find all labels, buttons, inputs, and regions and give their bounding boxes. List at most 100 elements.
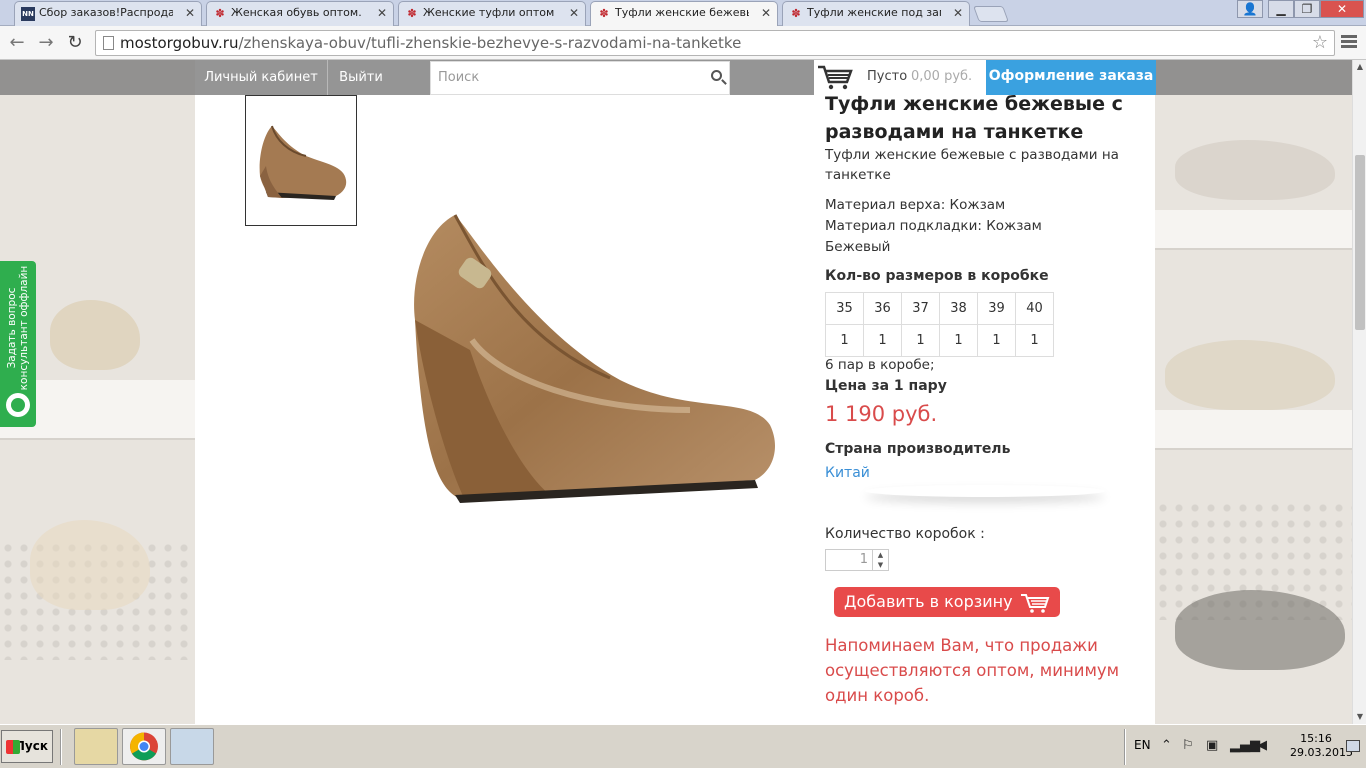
mini-cart[interactable]: Пусто 0,00 руб.: [814, 60, 986, 95]
size-count-cell: 1: [977, 324, 1016, 357]
widget-line-1: Задать вопрос: [6, 287, 18, 369]
product-description: Туфли женские бежевые с разводами на тан…: [825, 147, 1119, 183]
price-heading: Цена за 1 пару: [825, 378, 947, 394]
ask-question-widget[interactable]: Задать вопрос консультант оффлайн: [0, 261, 36, 427]
close-window-button[interactable]: ✕: [1320, 0, 1364, 18]
browser-tab-strip: NN Сбор заказов!Распродажа д ✕ ✽ Женская…: [0, 0, 1366, 27]
chrome-logo-icon: [130, 732, 158, 761]
size-cell: 39: [977, 292, 1016, 325]
material-lining: Материал подкладки: Кожзам: [825, 218, 1042, 234]
forward-arrow-icon[interactable]: →: [34, 31, 58, 55]
sizes-table: 35 36 37 38 39 40 1 1 1 1 1 1: [825, 292, 1054, 357]
volume-icon[interactable]: ◀: [1257, 738, 1267, 753]
tab-title: Сбор заказов!Распродажа д: [39, 6, 173, 19]
add-to-cart-button[interactable]: Добавить в корзину: [834, 587, 1060, 617]
shoe-image: [414, 214, 775, 503]
product-thumbnail[interactable]: [245, 95, 357, 226]
country-heading: Страна производитель: [825, 441, 1011, 457]
tab-3[interactable]: ✽ Женские туфли оптом | Бе ✕: [398, 1, 586, 26]
spinner-arrows-icon[interactable]: ▲ ▼: [872, 550, 888, 570]
product-price: 1 190 руб.: [825, 402, 938, 426]
url-domain: mostorgobuv.ru: [120, 34, 239, 52]
start-button[interactable]: Пуск: [1, 730, 53, 763]
size-cell: 37: [901, 292, 940, 325]
checkout-button[interactable]: Оформление заказа: [986, 60, 1156, 95]
account-link[interactable]: Личный кабинет: [195, 60, 327, 95]
reload-icon[interactable]: ↻: [63, 31, 87, 55]
web-page: Туфли женские бежевые с разводами на тан…: [0, 60, 1352, 724]
flower-favicon-icon: ✽: [215, 7, 225, 20]
bookmark-star-icon[interactable]: ☆: [1312, 31, 1328, 55]
close-tab-icon[interactable]: ✕: [185, 2, 195, 24]
cart-sum: 0,00 руб.: [911, 69, 973, 84]
flower-favicon-icon: ✽: [791, 7, 801, 20]
quantity-stepper[interactable]: 1 ▲ ▼: [825, 549, 889, 571]
logout-link[interactable]: Выйти: [328, 60, 394, 95]
tab-title: Женская обувь оптом. Куп: [231, 6, 365, 19]
site-navbar: Личный кабинет Выйти Поиск Пусто 0,00 ру…: [0, 60, 1352, 95]
size-cell: 36: [863, 292, 902, 325]
search-icon[interactable]: [711, 70, 722, 81]
nn-favicon-icon: NN: [21, 7, 35, 21]
product-main-image[interactable]: [410, 210, 780, 520]
user-icon[interactable]: 👤: [1237, 0, 1263, 18]
scrollbar-thumb[interactable]: [1355, 155, 1365, 330]
size-count-cell: 1: [825, 324, 864, 357]
device-icon[interactable]: ▣: [1206, 738, 1218, 753]
tray-expand-icon[interactable]: ⌃: [1161, 738, 1172, 753]
paint-icon[interactable]: [170, 728, 214, 765]
material-top: Материал верха: Кожзам: [825, 197, 1006, 213]
close-tab-icon[interactable]: ✕: [761, 2, 771, 24]
file-explorer-icon[interactable]: [74, 728, 118, 765]
language-indicator[interactable]: EN: [1134, 738, 1151, 752]
size-cell: 35: [825, 292, 864, 325]
url-path: /zhenskaya-obuv/tufli-zhenskie-bezhevye-…: [238, 34, 742, 52]
quantity-label: Количество коробок :: [825, 526, 985, 542]
size-cell: 40: [1015, 292, 1054, 325]
clock-time: 15:16: [1300, 732, 1332, 745]
size-count-cell: 1: [863, 324, 902, 357]
quantity-value: 1: [859, 552, 868, 567]
size-count-cell: 1: [1015, 324, 1054, 357]
close-tab-icon[interactable]: ✕: [953, 2, 963, 24]
tab-title: Женские туфли оптом | Бе: [423, 6, 557, 19]
back-arrow-icon[interactable]: ←: [5, 31, 29, 55]
scroll-down-arrow-icon[interactable]: ▼: [1353, 710, 1366, 724]
tab-title: Туфли женские под замшу: [807, 6, 941, 19]
tab-5[interactable]: ✽ Туфли женские под замшу ✕: [782, 1, 970, 26]
url-input[interactable]: mostorgobuv.ru/zhenskaya-obuv/tufli-zhen…: [95, 30, 1335, 56]
size-count-cell: 1: [939, 324, 978, 357]
vertical-scrollbar[interactable]: ▲ ▼: [1352, 60, 1366, 724]
pairs-in-box: 6 пар в коробе;: [825, 357, 935, 373]
tab-1[interactable]: NN Сбор заказов!Распродажа д ✕: [14, 1, 202, 26]
search-input[interactable]: Поиск: [430, 61, 730, 95]
restore-button[interactable]: ❐: [1294, 0, 1320, 18]
show-desktop-icon[interactable]: [1346, 740, 1360, 752]
flower-favicon-icon: ✽: [599, 7, 609, 20]
cart-icon: [818, 65, 853, 90]
shoe-thumbnail-image: [259, 125, 347, 200]
windows-logo-icon: [6, 740, 20, 754]
menu-icon[interactable]: [1341, 33, 1357, 51]
sizes-heading: Кол-во размеров в коробке: [825, 268, 1049, 284]
clock-date: 29.03.2015: [1290, 746, 1353, 759]
taskbar-divider: [60, 729, 62, 765]
product-color: Бежевый: [825, 239, 891, 255]
close-tab-icon[interactable]: ✕: [377, 2, 387, 24]
tab-4-active[interactable]: ✽ Туфли женские бежевые с ✕: [590, 1, 778, 27]
minimize-button[interactable]: ▁: [1268, 0, 1294, 18]
close-tab-icon[interactable]: ✕: [569, 2, 579, 24]
tab-2[interactable]: ✽ Женская обувь оптом. Куп ✕: [206, 1, 394, 26]
page-icon: [103, 36, 114, 50]
flower-favicon-icon: ✽: [407, 7, 417, 20]
system-clock[interactable]: 15:16 29.03.2015: [1290, 732, 1353, 760]
scroll-up-arrow-icon[interactable]: ▲: [1353, 60, 1366, 74]
country-link[interactable]: Китай: [825, 465, 870, 481]
chrome-icon[interactable]: [122, 728, 166, 765]
search-placeholder: Поиск: [438, 70, 480, 85]
network-icon[interactable]: ▂▄▆: [1230, 738, 1260, 753]
cart-status: Пусто: [867, 69, 908, 84]
flag-icon[interactable]: ⚐: [1182, 738, 1194, 753]
cart-icon: [1021, 594, 1050, 613]
new-tab-button[interactable]: [973, 6, 1009, 22]
